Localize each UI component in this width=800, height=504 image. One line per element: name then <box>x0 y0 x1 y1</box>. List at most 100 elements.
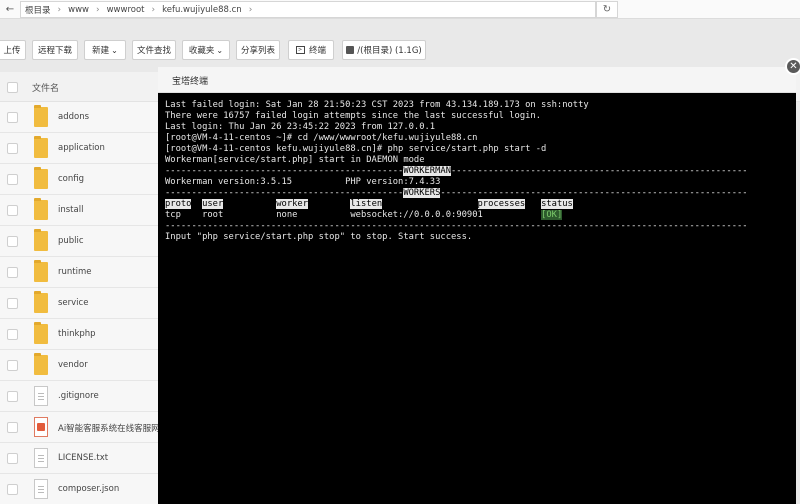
workers-table-header: proto user worker listen processes statu… <box>165 199 573 210</box>
breadcrumb-root[interactable]: 根目录 <box>25 4 51 16</box>
terminal-dialog: 宝塔终端 Last failed login: Sat Jan 28 21:50… <box>158 67 796 504</box>
file-name[interactable]: runtime <box>58 267 158 277</box>
file-icon <box>34 479 48 499</box>
disk-button[interactable]: /(根目录) (1.1G) <box>342 40 426 60</box>
file-row[interactable]: service <box>0 288 158 319</box>
row-checkbox[interactable] <box>7 453 18 464</box>
breadcrumb-www[interactable]: www <box>68 5 89 15</box>
file-name[interactable]: Ai智能客服系统在线客服网页 <box>58 422 158 434</box>
file-name[interactable]: config <box>58 174 158 184</box>
row-checkbox[interactable] <box>7 360 18 371</box>
disk-label: /(根目录) (1.1G) <box>357 46 422 56</box>
chevron-down-icon: ⌄ <box>216 45 224 55</box>
remote-download-button[interactable]: 远程下载 <box>32 40 78 60</box>
row-checkbox[interactable] <box>7 484 18 495</box>
version-line: Workerman version:3.5.15 PHP version:7.4… <box>165 177 441 187</box>
file-row[interactable]: composer.json <box>0 474 158 504</box>
file-name[interactable]: install <box>58 205 158 215</box>
row-checkbox[interactable] <box>7 143 18 154</box>
terminal-label: 终端 <box>308 46 326 56</box>
row-checkbox[interactable] <box>7 391 18 402</box>
rule-line: ----------------------------------------… <box>165 188 404 198</box>
file-row[interactable]: addons <box>0 102 158 133</box>
share-list-button[interactable]: 分享列表 <box>236 40 280 60</box>
file-name[interactable]: application <box>58 143 158 153</box>
back-arrow-icon[interactable]: ← <box>0 0 20 19</box>
rule-line: ----------------------------------------… <box>165 166 404 176</box>
terminal-line: Last failed login: Sat Jan 28 21:50:23 C… <box>165 100 589 110</box>
file-row[interactable]: vendor <box>0 350 158 381</box>
file-name[interactable]: thinkphp <box>58 329 158 339</box>
workers-cell: none <box>276 210 298 220</box>
breadcrumb[interactable]: 根目录 › www › wwwroot › kefu.wujiyule88.cn… <box>20 1 596 18</box>
file-row[interactable]: Ai智能客服系统在线客服网页 <box>0 412 158 443</box>
new-dropdown-button[interactable]: 新建 ⌄ <box>84 40 126 60</box>
folder-icon <box>34 291 48 313</box>
breadcrumb-wwwroot[interactable]: wwwroot <box>107 5 145 15</box>
close-icon[interactable]: ✕ <box>785 58 800 75</box>
file-row[interactable]: LICENSE.txt <box>0 443 158 474</box>
file-row[interactable]: application <box>0 133 158 164</box>
terminal-line: Workerman[service/start.php] start in DA… <box>165 155 425 165</box>
row-checkbox[interactable] <box>7 174 18 185</box>
folder-icon <box>34 229 48 251</box>
file-row[interactable]: thinkphp <box>0 319 158 350</box>
file-name[interactable]: .gitignore <box>58 391 158 401</box>
row-checkbox[interactable] <box>7 329 18 340</box>
status-ok-badge: [OK] <box>541 210 563 220</box>
workers-table-row: tcp root none websocket://0.0.0.0:90901 … <box>165 210 563 221</box>
row-checkbox[interactable] <box>7 422 18 433</box>
worker-header: worker <box>276 199 309 209</box>
file-name[interactable]: addons <box>58 112 158 122</box>
user-header: user <box>202 199 224 209</box>
workers-cell: root <box>202 210 224 220</box>
row-checkbox[interactable] <box>7 298 18 309</box>
file-row[interactable]: public <box>0 226 158 257</box>
file-icon <box>34 417 48 437</box>
filename-column-header[interactable]: 文件名 <box>32 81 59 94</box>
refresh-icon[interactable]: ↻ <box>596 1 618 18</box>
folder-icon <box>34 136 48 158</box>
file-row[interactable]: runtime <box>0 257 158 288</box>
row-checkbox[interactable] <box>7 267 18 278</box>
final-line: Input "php service/start.php stop" to st… <box>165 232 473 242</box>
file-row[interactable]: install <box>0 195 158 226</box>
file-name[interactable]: composer.json <box>58 484 158 494</box>
file-row[interactable]: config <box>0 164 158 195</box>
file-name[interactable]: vendor <box>58 360 158 370</box>
file-name[interactable]: LICENSE.txt <box>58 453 158 463</box>
breadcrumb-site[interactable]: kefu.wujiyule88.cn <box>162 5 242 15</box>
select-all-checkbox[interactable] <box>7 82 18 93</box>
file-icon <box>34 386 48 406</box>
row-checkbox[interactable] <box>7 236 18 247</box>
dialog-titlebar: 宝塔终端 <box>158 67 796 93</box>
listen-header: listen <box>350 199 383 209</box>
row-checkbox[interactable] <box>7 205 18 216</box>
rule-line: ----------------------------------------… <box>440 188 748 198</box>
file-name[interactable]: service <box>58 298 158 308</box>
row-checkbox[interactable] <box>7 112 18 123</box>
new-label: 新建 <box>92 46 110 56</box>
chevron-right-icon: › <box>57 4 62 15</box>
workers-rule: ----------------------------------------… <box>165 188 748 199</box>
folder-icon <box>34 198 48 220</box>
folder-icon <box>34 260 48 282</box>
terminal-line: [root@VM-4-11-centos ~]# cd /www/wwwroot… <box>165 133 478 143</box>
processes-header: processes <box>477 199 526 209</box>
file-name[interactable]: public <box>58 236 158 246</box>
file-search-button[interactable]: 文件查找 <box>132 40 176 60</box>
favorites-dropdown-button[interactable]: 收藏夹 ⌄ <box>182 40 230 60</box>
rule-line: ----------------------------------------… <box>451 166 748 176</box>
upload-button[interactable]: 上传 <box>0 40 26 60</box>
file-row[interactable]: .gitignore <box>0 381 158 412</box>
terminal-button[interactable]: > 终端 <box>288 40 334 60</box>
folder-icon <box>34 167 48 189</box>
rule-line: ----------------------------------------… <box>165 221 748 231</box>
toolbar: 上传 远程下载 新建 ⌄ 文件查找 收藏夹 ⌄ 分享列表 > 终端 /(根目录)… <box>0 35 800 65</box>
workers-cell: websocket://0.0.0.0:9090 <box>350 210 478 220</box>
status-header: status <box>541 199 573 209</box>
